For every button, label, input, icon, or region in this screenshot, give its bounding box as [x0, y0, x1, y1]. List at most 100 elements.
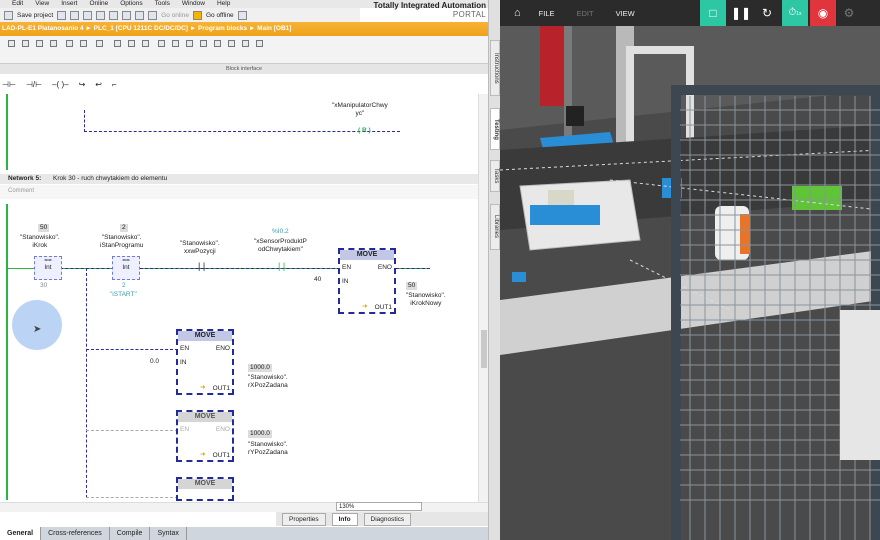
goto-icon[interactable] [228, 40, 235, 47]
save-project-button[interactable]: Save project [17, 12, 53, 19]
compare-icon[interactable] [142, 40, 149, 47]
breakpoint-icon[interactable] [128, 40, 135, 47]
menu-options[interactable]: Options [120, 0, 142, 8]
tab-diagnostics[interactable]: Diagnostics [363, 512, 412, 526]
tab-compile[interactable]: Compile [110, 527, 151, 540]
menu-file[interactable]: FILE [539, 9, 555, 18]
move1-in: IN [342, 278, 349, 285]
force-icon[interactable] [186, 40, 193, 47]
side-tab-instructions[interactable]: Instructions [490, 40, 500, 96]
move-block-3[interactable]: MOVE EN ENO OUT1 ➜ [176, 410, 234, 462]
side-tab-libraries[interactable]: Libraries [490, 204, 500, 250]
absolute-operands-icon[interactable] [66, 40, 73, 47]
move3-out-icon: ➜ [200, 451, 206, 458]
move2-eno: ENO [215, 345, 230, 352]
side-tab-testing[interactable]: Testing [490, 108, 500, 150]
delete-icon[interactable] [109, 10, 119, 20]
nc-contact-icon[interactable]: ⊣/⊢ [26, 80, 42, 92]
tab-general[interactable]: General [0, 527, 42, 540]
menu-view[interactable]: View [35, 0, 49, 8]
status-icon[interactable] [200, 40, 207, 47]
network5-comment[interactable]: Comment [0, 185, 488, 199]
camera-mode-button[interactable]: □ [700, 0, 726, 26]
move-block-2[interactable]: MOVE EN ENO IN OUT1 ➜ [176, 329, 234, 395]
robot-arm-red [540, 26, 564, 106]
home-icon[interactable]: ⌂ [514, 7, 521, 19]
network5-description: Krok 30 - ruch chwytakiem do elementu [53, 175, 168, 182]
empty-box-icon[interactable]: ⌐ [112, 80, 117, 92]
paste-icon[interactable] [96, 10, 106, 20]
cut-icon[interactable] [70, 10, 80, 20]
save-icon[interactable] [4, 10, 13, 20]
compare-eq-contact-1[interactable]: == Int [34, 256, 62, 280]
network5-header[interactable]: Network 5: Krok 30 - ruch chwytakiem do … [0, 174, 488, 184]
contact1-symbol[interactable]: | | [198, 262, 205, 271]
call-hierarchy-icon[interactable] [158, 40, 165, 47]
move2-in: IN [180, 359, 187, 366]
record-button[interactable]: ◉ [810, 0, 836, 26]
menu-edit[interactable]: Edit [12, 0, 23, 8]
cmp2-operator: == [122, 257, 130, 264]
vertical-scrollbar[interactable] [478, 94, 488, 502]
no-contact-icon[interactable]: ⊣⊢ [2, 80, 16, 92]
close-all-icon[interactable] [50, 40, 57, 47]
move2-out-monitor: 1000.0 [248, 364, 272, 372]
menu-window[interactable]: Window [182, 0, 205, 8]
favorites-icon[interactable] [80, 40, 87, 47]
open-branch-icon[interactable]: ↪ [79, 80, 86, 92]
compile-icon[interactable] [135, 10, 145, 20]
speed-button[interactable]: ⏱1x [782, 0, 808, 26]
menu-tools[interactable]: Tools [155, 0, 170, 8]
open-all-icon[interactable] [36, 40, 43, 47]
bookmark-icon[interactable] [214, 40, 221, 47]
move3-title: MOVE [178, 412, 232, 422]
branch-wire [84, 110, 85, 132]
cmp2-operand-name: "iSTART" [110, 291, 137, 298]
menu-edit-sim[interactable]: EDIT [577, 9, 594, 18]
watch-table-icon[interactable] [172, 40, 179, 47]
menu-help[interactable]: Help [217, 0, 230, 8]
move-block-1[interactable]: MOVE EN ENO IN OUT1 ➜ [338, 248, 396, 314]
monitoring-on-icon[interactable] [114, 40, 121, 47]
tab-properties[interactable]: Properties [282, 512, 326, 526]
bottom-tabs: General Cross-references Compile Syntax [0, 527, 488, 540]
monitor-icon[interactable] [237, 10, 247, 20]
undo-icon[interactable] [122, 10, 132, 20]
settings-icon[interactable]: ⚙ [836, 0, 862, 26]
reset-button[interactable]: ↻ [754, 0, 780, 26]
print-icon[interactable] [57, 10, 67, 20]
go-offline-icon[interactable] [192, 10, 202, 20]
block-interface-splitter[interactable]: Block interface [0, 64, 488, 74]
move-block-4[interactable]: MOVE [176, 477, 234, 501]
pause-button[interactable]: ❚❚ [728, 0, 754, 26]
copy-icon[interactable] [83, 10, 93, 20]
scroll-thumb[interactable] [481, 330, 487, 368]
menu-insert[interactable]: Insert [61, 0, 77, 8]
3d-scene[interactable] [500, 0, 880, 540]
reset-coil[interactable]: ( R ) [358, 127, 371, 135]
close-branch-icon[interactable]: ↩ [95, 80, 102, 92]
go-offline-button[interactable]: Go offline [206, 12, 234, 19]
blue-tray [530, 205, 600, 225]
download-icon[interactable] [148, 10, 158, 20]
compare-eq-contact-2[interactable]: == Int [112, 256, 140, 280]
contact2-symbol[interactable]: | | [278, 262, 285, 271]
tab-syntax[interactable]: Syntax [150, 527, 187, 540]
delete-network-icon[interactable] [22, 40, 29, 47]
tab-info[interactable]: Info [331, 512, 358, 526]
power-rail-network4 [6, 94, 8, 170]
expand-icon[interactable] [242, 40, 249, 47]
cmp1-monitor-value: 50 [38, 224, 50, 232]
menu-view-sim[interactable]: VIEW [616, 9, 635, 18]
tab-cross-references[interactable]: Cross-references [41, 527, 110, 540]
coil-icon[interactable]: –( )– [52, 80, 68, 92]
move2-out: OUT1 [212, 385, 230, 392]
side-tab-tasks[interactable]: Tasks [490, 160, 500, 192]
collapse-icon[interactable] [256, 40, 263, 47]
zoom-select[interactable]: 130% [336, 502, 422, 511]
go-online-button[interactable]: Go online [161, 12, 189, 19]
insert-network-icon[interactable] [8, 40, 15, 47]
cmp1-operand: 30 [40, 282, 48, 289]
menu-online[interactable]: Online [89, 0, 108, 8]
network-comments-icon[interactable] [96, 40, 103, 47]
